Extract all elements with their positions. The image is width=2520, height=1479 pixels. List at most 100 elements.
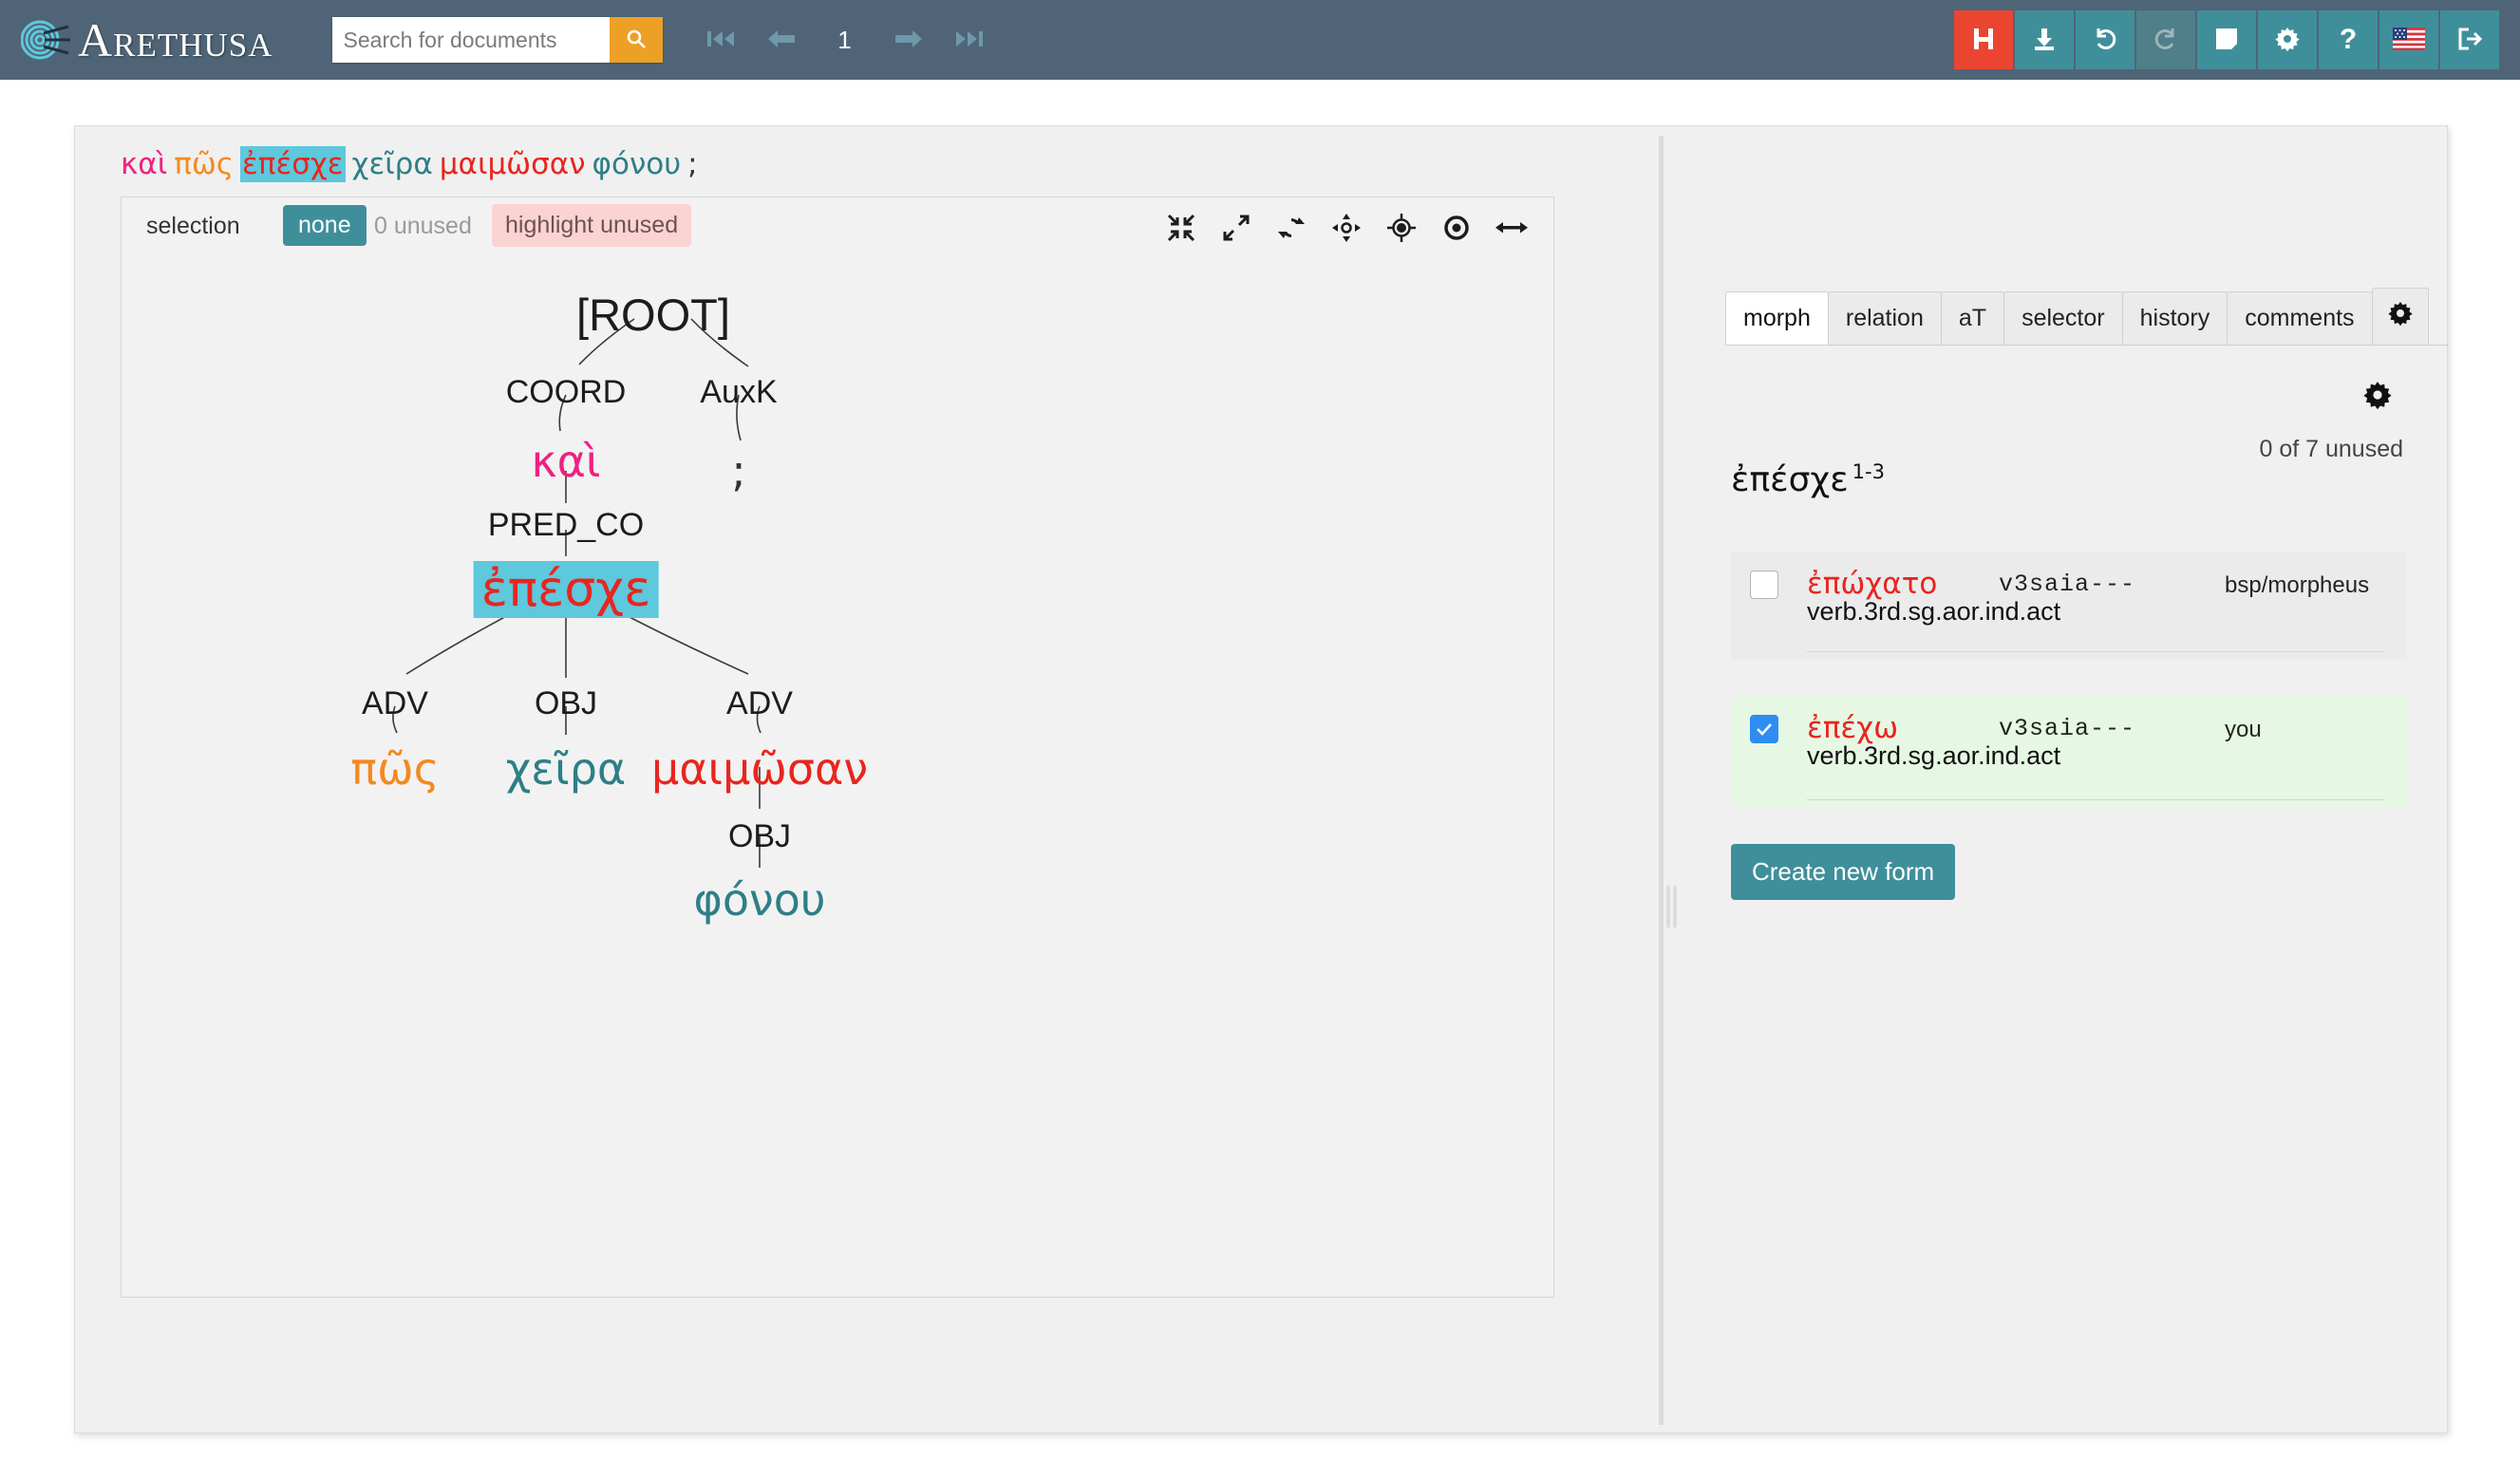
exit-button[interactable] bbox=[2440, 10, 2499, 69]
prev-page-button[interactable] bbox=[765, 24, 798, 56]
tree-node-cheira[interactable]: χεῖρα bbox=[506, 746, 627, 792]
morph-entry-checkbox[interactable] bbox=[1750, 571, 1778, 599]
search-input[interactable] bbox=[331, 17, 610, 63]
tab-history[interactable]: history bbox=[2121, 291, 2229, 345]
save-button[interactable] bbox=[1954, 10, 2013, 69]
crosshair-filled-icon[interactable] bbox=[1384, 211, 1419, 245]
tree-node-word[interactable]: [ROOT] bbox=[576, 290, 730, 340]
sentence-word[interactable]: καὶ bbox=[121, 147, 167, 181]
tree-node-epesche[interactable]: ἐπέσχε bbox=[473, 561, 659, 618]
next-page-button[interactable] bbox=[893, 24, 925, 56]
tree-node-auxk[interactable]: AuxK bbox=[700, 376, 777, 408]
arrows-horizontal-icon[interactable] bbox=[1495, 211, 1529, 245]
tree-node-root[interactable]: [ROOT] bbox=[576, 289, 730, 341]
sentence-word[interactable]: ἐπέσχε bbox=[240, 146, 346, 182]
tree-node-word[interactable]: φόνου bbox=[694, 874, 826, 926]
morph-entry-checkbox[interactable] bbox=[1750, 715, 1778, 743]
main-content-panel: καὶ πῶς ἐπέσχε χεῖρα μαιμῶσαν φόνου; selectio… bbox=[74, 125, 2449, 1433]
tree-relation-label[interactable]: PRED_CO bbox=[488, 507, 644, 543]
search-box bbox=[331, 17, 663, 63]
unused-count-label: 0 unused bbox=[374, 213, 472, 239]
tree-relation-label[interactable]: COORD bbox=[506, 374, 627, 410]
morph-head-word-range: 1-3 bbox=[1852, 460, 1885, 483]
last-page-button[interactable] bbox=[953, 24, 986, 56]
undo-button[interactable] bbox=[2076, 10, 2134, 69]
tree-icon-toolbar bbox=[1164, 211, 1529, 245]
tree-relation-label[interactable]: AuxK bbox=[700, 374, 777, 410]
tree-relation-label[interactable]: ADV bbox=[362, 685, 428, 721]
tab-settings-gear[interactable] bbox=[2371, 288, 2429, 345]
tree-node-pos[interactable]: πῶς bbox=[350, 746, 439, 792]
tree-relation-label[interactable]: OBJ bbox=[535, 685, 597, 721]
tree-panel: selection none 0 unused highlight unused bbox=[121, 197, 1554, 1298]
morph-entry-source: bsp/morpheus bbox=[2225, 572, 2370, 598]
tree-relation-label[interactable]: OBJ bbox=[728, 818, 791, 854]
morph-entry-pos: verb.3rd.sg.aor.ind.act bbox=[1807, 597, 2061, 626]
tree-node-word[interactable]: χεῖρα bbox=[506, 743, 627, 795]
tree-node-adv2[interactable]: ADV bbox=[726, 687, 793, 720]
tree-node-word[interactable]: ; bbox=[731, 445, 746, 496]
comment-button[interactable] bbox=[2197, 10, 2256, 69]
morph-entry[interactable]: ἐπέχω v3saia--- you verb.3rd.sg.aor.ind.act bbox=[1731, 696, 2407, 808]
tree-node-coord[interactable]: COORD bbox=[506, 376, 627, 408]
dependency-tree[interactable]: [ROOT] COORD AuxK καὶ; PRED_CO ἐπέσχε ADV OBJ AD… bbox=[122, 260, 1553, 1299]
tree-node-fonou[interactable]: φόνου bbox=[694, 877, 826, 923]
search-icon bbox=[625, 28, 648, 53]
tab-morph[interactable]: morph bbox=[1725, 291, 1829, 345]
sentence-word[interactable]: μαιμῶσαν bbox=[440, 147, 586, 181]
tab-relation[interactable]: relation bbox=[1827, 291, 1942, 345]
morph-head-word-text: ἐπέσχε bbox=[1731, 460, 1849, 499]
tree-node-pred_co[interactable]: PRED_CO bbox=[488, 509, 644, 541]
page-number: 1 bbox=[837, 25, 852, 54]
settings-button[interactable] bbox=[2258, 10, 2317, 69]
tree-node-word[interactable]: καὶ bbox=[532, 436, 601, 487]
sentence-word[interactable]: φόνου bbox=[592, 147, 682, 181]
download-button[interactable] bbox=[2015, 10, 2074, 69]
redo-icon bbox=[2153, 26, 2179, 55]
arrow-left-icon bbox=[767, 28, 796, 53]
tree-node-kai[interactable]: καὶ bbox=[532, 439, 601, 484]
morph-entry-lemma[interactable]: ἐπέχω bbox=[1807, 711, 1898, 745]
morph-entry-source: you bbox=[2225, 717, 2262, 742]
tree-node-obj2[interactable]: OBJ bbox=[728, 820, 791, 852]
morph-entry[interactable]: ἐπώχατο v3saia--- bsp/morpheus verb.3rd.sg.… bbox=[1731, 552, 2407, 660]
morph-unused-count: 0 of 7 unused bbox=[2259, 436, 2403, 462]
step-forward-icon bbox=[955, 28, 984, 53]
sign-out-icon bbox=[2456, 27, 2483, 54]
tree-relation-label[interactable]: ADV bbox=[726, 685, 793, 721]
tree-node-word[interactable]: μαιμῶσαν bbox=[651, 743, 868, 795]
sentence-word[interactable]: χεῖρα bbox=[352, 147, 433, 181]
morph-entry-code: v3saia--- bbox=[1999, 571, 2136, 598]
first-page-button[interactable] bbox=[705, 24, 737, 56]
panel-splitter[interactable] bbox=[1659, 136, 1664, 1425]
tree-node-maimosan[interactable]: μαιμῶσαν bbox=[651, 746, 868, 792]
highlight-unused-button[interactable]: highlight unused bbox=[492, 204, 692, 247]
tree-node-adv1[interactable]: ADV bbox=[362, 687, 428, 720]
sentence-word[interactable]: ; bbox=[687, 147, 697, 181]
tab-comments[interactable]: comments bbox=[2227, 291, 2373, 345]
help-button[interactable]: ? bbox=[2319, 10, 2378, 69]
crosshairs-move-icon[interactable] bbox=[1329, 211, 1363, 245]
tab-at[interactable]: aT bbox=[1940, 291, 2005, 345]
expand-icon[interactable] bbox=[1219, 211, 1253, 245]
app-title: Arethusa bbox=[78, 13, 273, 66]
tree-nodes: [ROOT] COORD AuxK καὶ; PRED_CO ἐπέσχε ADV OBJ AD… bbox=[122, 260, 1553, 1299]
language-button[interactable] bbox=[2379, 10, 2438, 69]
morph-entry-pos: verb.3rd.sg.aor.ind.act bbox=[1807, 741, 2061, 770]
dot-circle-icon[interactable] bbox=[1439, 211, 1474, 245]
morph-entry-lemma[interactable]: ἐπώχατο bbox=[1807, 567, 1937, 601]
compress-icon[interactable] bbox=[1164, 211, 1198, 245]
refresh-icon[interactable] bbox=[1274, 211, 1308, 245]
tab-selector[interactable]: selector bbox=[2003, 291, 2123, 345]
create-new-form-button[interactable]: Create new form bbox=[1731, 844, 1956, 900]
tree-node-word[interactable]: ἐπέσχε bbox=[473, 561, 659, 618]
redo-button[interactable] bbox=[2136, 10, 2195, 69]
tree-node-semi[interactable]: ; bbox=[731, 448, 746, 494]
selection-mode-none-button[interactable]: none bbox=[283, 205, 367, 246]
splitter-grip[interactable] bbox=[1666, 886, 1680, 927]
morph-panel-gear-button[interactable] bbox=[2363, 381, 2392, 412]
tree-node-word[interactable]: πῶς bbox=[350, 743, 439, 795]
tree-node-obj1[interactable]: OBJ bbox=[535, 687, 597, 720]
search-button[interactable] bbox=[609, 17, 663, 63]
sentence-word[interactable]: πῶς bbox=[174, 147, 234, 181]
